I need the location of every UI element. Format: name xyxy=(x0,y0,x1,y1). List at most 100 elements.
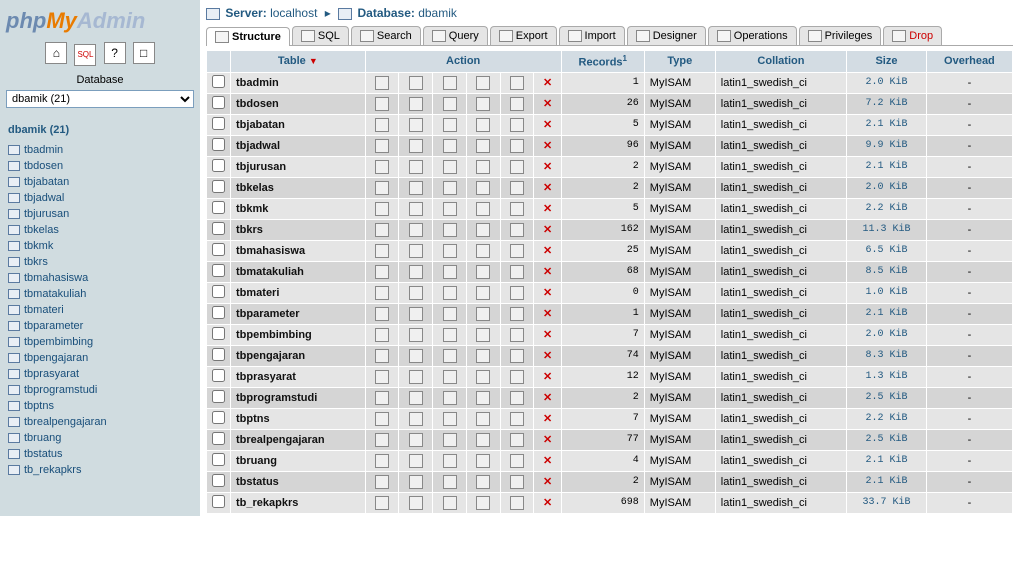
insert-icon[interactable] xyxy=(476,475,490,489)
search-row-icon[interactable] xyxy=(443,244,457,258)
table-name[interactable]: tbmatakuliah xyxy=(231,261,366,282)
insert-icon[interactable] xyxy=(476,202,490,216)
search-row-icon[interactable] xyxy=(443,391,457,405)
table-name[interactable]: tbkrs xyxy=(231,219,366,240)
empty-icon[interactable] xyxy=(510,307,524,321)
sql-icon[interactable]: SQL xyxy=(74,44,96,66)
drop-row-icon[interactable]: ✕ xyxy=(543,119,552,131)
search-row-icon[interactable] xyxy=(443,139,457,153)
row-checkbox[interactable] xyxy=(212,180,225,193)
empty-icon[interactable] xyxy=(510,496,524,510)
empty-icon[interactable] xyxy=(510,139,524,153)
structure-icon[interactable] xyxy=(409,118,423,132)
table-link[interactable]: tbkrs xyxy=(24,255,48,269)
browse-icon[interactable] xyxy=(375,265,389,279)
structure-icon[interactable] xyxy=(409,76,423,90)
sidebar-table-item[interactable]: tbkrs xyxy=(6,254,194,270)
drop-row-icon[interactable]: ✕ xyxy=(543,476,552,488)
row-checkbox[interactable] xyxy=(212,453,225,466)
browse-icon[interactable] xyxy=(375,286,389,300)
empty-icon[interactable] xyxy=(510,223,524,237)
insert-icon[interactable] xyxy=(476,370,490,384)
insert-icon[interactable] xyxy=(476,118,490,132)
sidebar-table-item[interactable]: tbstatus xyxy=(6,446,194,462)
drop-row-icon[interactable]: ✕ xyxy=(543,350,552,362)
sidebar-table-item[interactable]: tbjurusan xyxy=(6,206,194,222)
insert-icon[interactable] xyxy=(476,454,490,468)
browse-icon[interactable] xyxy=(375,160,389,174)
sidebar-table-item[interactable]: tbprogramstudi xyxy=(6,382,194,398)
browse-icon[interactable] xyxy=(375,328,389,342)
drop-row-icon[interactable]: ✕ xyxy=(543,497,552,509)
table-name[interactable]: tbrealpengajaran xyxy=(231,429,366,450)
empty-icon[interactable] xyxy=(510,76,524,90)
row-checkbox[interactable] xyxy=(212,264,225,277)
row-checkbox[interactable] xyxy=(212,285,225,298)
db-link[interactable]: dbamik xyxy=(418,6,457,20)
row-checkbox[interactable] xyxy=(212,390,225,403)
drop-row-icon[interactable]: ✕ xyxy=(543,203,552,215)
empty-icon[interactable] xyxy=(510,328,524,342)
tab-privileges[interactable]: Privileges xyxy=(799,26,882,45)
insert-icon[interactable] xyxy=(476,139,490,153)
search-row-icon[interactable] xyxy=(443,412,457,426)
structure-icon[interactable] xyxy=(409,307,423,321)
structure-icon[interactable] xyxy=(409,160,423,174)
table-name[interactable]: tbkelas xyxy=(231,177,366,198)
tab-query[interactable]: Query xyxy=(423,26,488,45)
database-select[interactable]: dbamik (21) xyxy=(6,90,194,108)
browse-icon[interactable] xyxy=(375,496,389,510)
table-name[interactable]: tbpengajaran xyxy=(231,345,366,366)
table-name[interactable]: tbparameter xyxy=(231,303,366,324)
drop-row-icon[interactable]: ✕ xyxy=(543,98,552,110)
table-link[interactable]: tbjurusan xyxy=(24,207,69,221)
structure-icon[interactable] xyxy=(409,202,423,216)
insert-icon[interactable] xyxy=(476,349,490,363)
browse-icon[interactable] xyxy=(375,307,389,321)
sidebar-table-item[interactable]: tb_rekapkrs xyxy=(6,462,194,478)
empty-icon[interactable] xyxy=(510,370,524,384)
tab-import[interactable]: Import xyxy=(559,26,625,45)
tab-export[interactable]: Export xyxy=(490,26,557,45)
search-row-icon[interactable] xyxy=(443,223,457,237)
table-name[interactable]: tbruang xyxy=(231,450,366,471)
empty-icon[interactable] xyxy=(510,433,524,447)
tab-operations[interactable]: Operations xyxy=(708,26,797,45)
row-checkbox[interactable] xyxy=(212,117,225,130)
table-link[interactable]: tbdosen xyxy=(24,159,63,173)
drop-row-icon[interactable]: ✕ xyxy=(543,413,552,425)
structure-icon[interactable] xyxy=(409,370,423,384)
structure-icon[interactable] xyxy=(409,412,423,426)
empty-icon[interactable] xyxy=(510,181,524,195)
docs-icon[interactable]: ? xyxy=(104,42,126,64)
search-row-icon[interactable] xyxy=(443,286,457,300)
row-checkbox[interactable] xyxy=(212,369,225,382)
browse-icon[interactable] xyxy=(375,475,389,489)
insert-icon[interactable] xyxy=(476,76,490,90)
row-checkbox[interactable] xyxy=(212,348,225,361)
table-link[interactable]: tb_rekapkrs xyxy=(24,463,81,477)
col-overhead[interactable]: Overhead xyxy=(926,51,1012,73)
insert-icon[interactable] xyxy=(476,97,490,111)
browse-icon[interactable] xyxy=(375,349,389,363)
drop-row-icon[interactable]: ✕ xyxy=(543,392,552,404)
structure-icon[interactable] xyxy=(409,496,423,510)
table-name[interactable]: tbprasyarat xyxy=(231,366,366,387)
tab-sql[interactable]: SQL xyxy=(292,26,349,45)
insert-icon[interactable] xyxy=(476,265,490,279)
search-row-icon[interactable] xyxy=(443,496,457,510)
table-name[interactable]: tbkmk xyxy=(231,198,366,219)
insert-icon[interactable] xyxy=(476,412,490,426)
table-link[interactable]: tbkelas xyxy=(24,223,59,237)
empty-icon[interactable] xyxy=(510,391,524,405)
browse-icon[interactable] xyxy=(375,202,389,216)
search-row-icon[interactable] xyxy=(443,475,457,489)
insert-icon[interactable] xyxy=(476,433,490,447)
table-link[interactable]: tbptns xyxy=(24,399,54,413)
sidebar-table-item[interactable]: tbkelas xyxy=(6,222,194,238)
current-db-name[interactable]: dbamik (21) xyxy=(8,124,194,136)
col-table[interactable]: Table ▼ xyxy=(231,51,366,73)
table-link[interactable]: tbruang xyxy=(24,431,61,445)
insert-icon[interactable] xyxy=(476,496,490,510)
browse-icon[interactable] xyxy=(375,139,389,153)
